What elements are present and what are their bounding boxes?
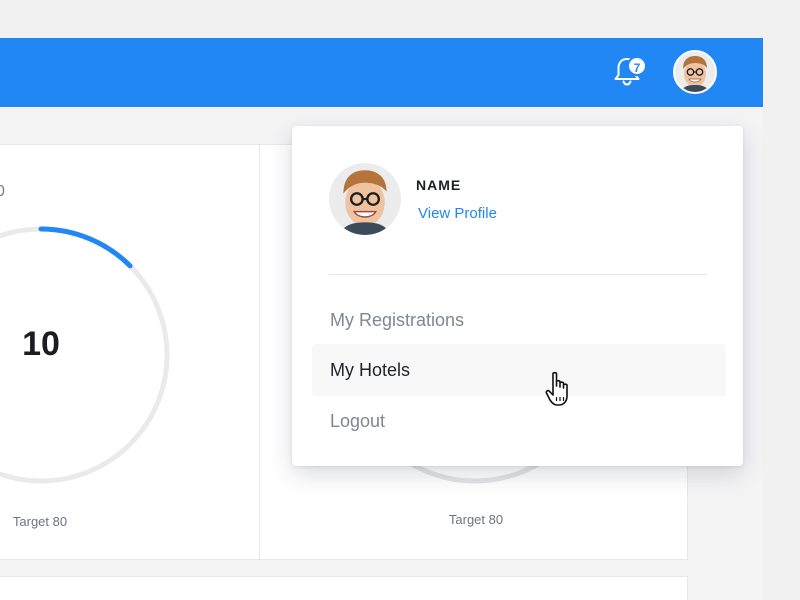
- view-profile-link[interactable]: View Profile: [418, 205, 497, 222]
- menu-divider: [329, 274, 707, 275]
- progress-arc: [38, 226, 133, 269]
- bottom-card: [0, 576, 688, 600]
- menu-item-my-hotels[interactable]: My Hotels: [312, 344, 726, 396]
- gauge-value: 10: [22, 325, 60, 363]
- target-label: Target 80: [448, 512, 504, 527]
- top-navbar: 7: [0, 38, 763, 107]
- profile-name: NAME: [416, 177, 462, 193]
- menu-item-logout[interactable]: Logout: [312, 395, 726, 447]
- background-rail: [763, 38, 800, 600]
- menu-item-my-registrations[interactable]: My Registrations: [312, 294, 726, 346]
- user-avatar[interactable]: [673, 50, 717, 94]
- target-label: Target 80: [12, 514, 68, 529]
- hand-cursor-icon: [544, 370, 576, 408]
- notification-badge: 7: [627, 56, 647, 76]
- card-label: 0: [0, 183, 5, 200]
- profile-avatar: [329, 163, 401, 235]
- profile-dropdown: NAME View Profile My Registrations My Ho…: [292, 126, 743, 466]
- stat-card-1: 0 10 Target 80: [0, 145, 259, 561]
